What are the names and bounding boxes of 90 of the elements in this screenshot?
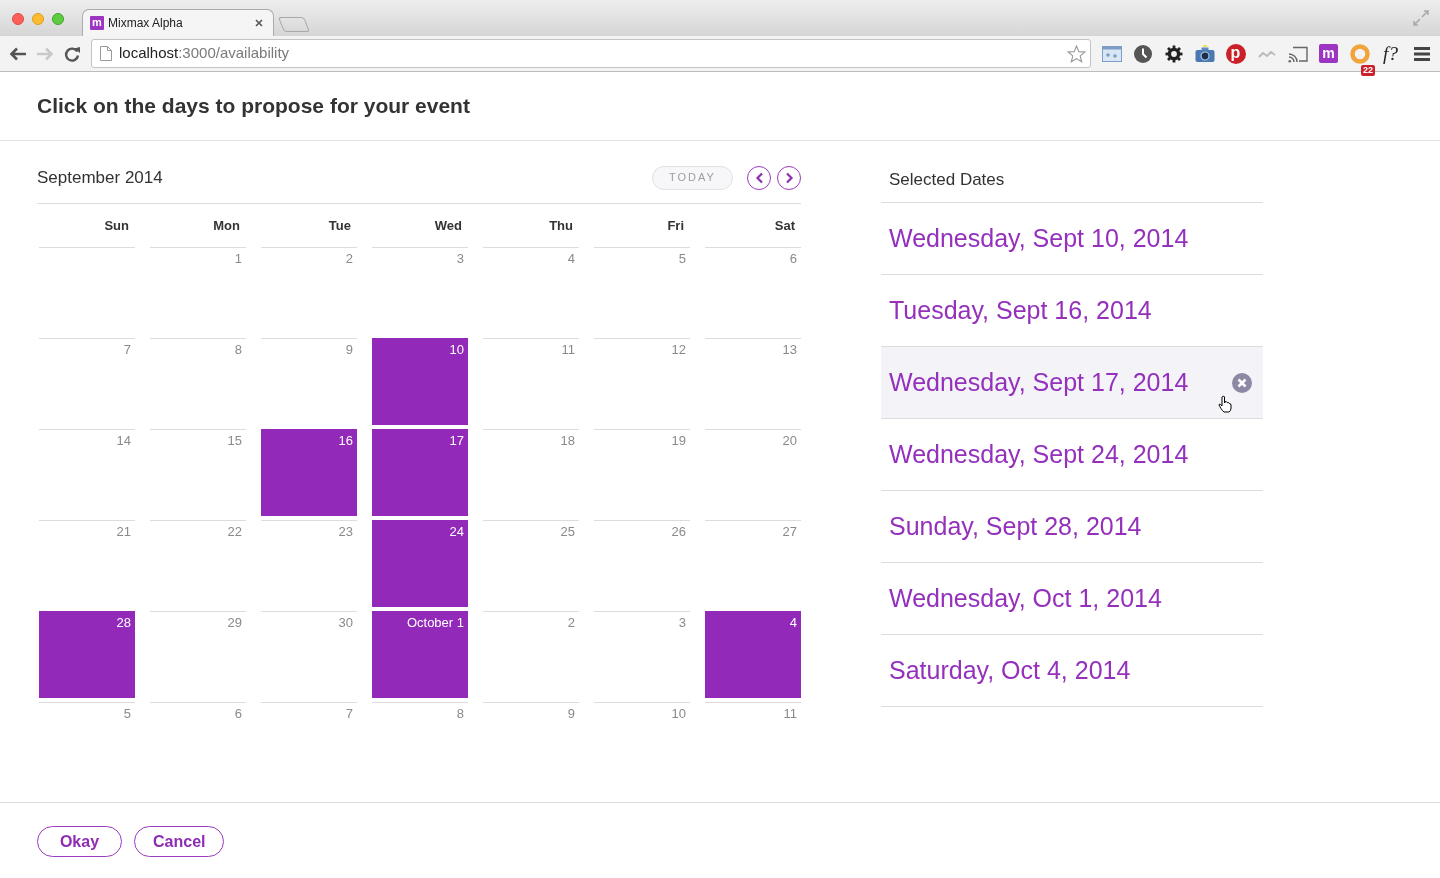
letter-tile-icon[interactable]: m: [1319, 44, 1338, 63]
weekday-label: Thu: [548, 217, 574, 235]
browser-tab[interactable]: m Mixmax Alpha: [82, 9, 274, 36]
selected-date-item[interactable]: Sunday, Sept 28, 2014: [881, 491, 1263, 563]
calendar-day[interactable]: 20: [705, 429, 801, 516]
window-icon[interactable]: [1101, 45, 1122, 62]
panel-title: Selected Dates: [889, 170, 1005, 189]
calendar-day[interactable]: 28: [39, 611, 135, 698]
calendar-day[interactable]: 29: [150, 611, 246, 698]
fullscreen-icon[interactable]: [1413, 10, 1429, 26]
calendar-day[interactable]: 14: [39, 429, 135, 516]
calendar-day[interactable]: 18: [483, 429, 579, 516]
remove-icon[interactable]: [1232, 372, 1252, 393]
calendar-day[interactable]: 19: [594, 429, 690, 516]
calendar-day[interactable]: 6: [705, 247, 801, 334]
close-window-icon[interactable]: [12, 13, 24, 25]
footer-button[interactable]: Cancel: [134, 826, 225, 857]
calendar-day[interactable]: 5: [594, 247, 690, 334]
calendar-day[interactable]: October 1: [372, 611, 468, 698]
back-icon[interactable]: [9, 46, 27, 61]
calendar-day[interactable]: 24: [372, 520, 468, 607]
calendar-day[interactable]: 11: [705, 702, 801, 726]
chevron-left-icon: [754, 171, 764, 184]
calendar-day[interactable]: 27: [705, 520, 801, 607]
calendar-day[interactable]: 22: [150, 520, 246, 607]
weekday-label: Sun: [103, 217, 130, 235]
calendar-day[interactable]: 8: [372, 702, 468, 726]
calendar-day[interactable]: 13: [705, 338, 801, 425]
url-text: localhost:3000/availability: [119, 43, 290, 64]
calendar-day[interactable]: 1: [150, 247, 246, 334]
calendar-day[interactable]: 15: [150, 429, 246, 516]
selected-date-item[interactable]: Saturday, Oct 4, 2014: [881, 635, 1263, 707]
calendar-day[interactable]: 17: [372, 429, 468, 516]
footer-button[interactable]: Okay: [37, 826, 122, 857]
calendar-day[interactable]: 8: [150, 338, 246, 425]
weekday-label: Mon: [212, 217, 241, 235]
camera-icon[interactable]: [1194, 44, 1215, 63]
calendar-day[interactable]: 11: [483, 338, 579, 425]
selected-date-item[interactable]: Wednesday, Sept 10, 2014: [881, 203, 1263, 275]
star-icon[interactable]: [1067, 44, 1086, 63]
calendar-day[interactable]: 30: [261, 611, 357, 698]
calendar-day[interactable]: 26: [594, 520, 690, 607]
weekday-label: Sat: [773, 217, 796, 235]
hand-cursor-icon: [1218, 395, 1232, 413]
new-tab-button[interactable]: [277, 17, 311, 32]
next-month-button[interactable]: [777, 165, 801, 190]
calendar-day[interactable]: 3: [372, 247, 468, 334]
cast-icon[interactable]: [1287, 44, 1308, 63]
extension-button[interactable]: f?: [1383, 43, 1398, 64]
month-title: September 2014: [37, 166, 163, 189]
calendar-day[interactable]: 16: [261, 429, 357, 516]
menu-icon[interactable]: [1413, 46, 1430, 61]
calendar-day[interactable]: 4: [483, 247, 579, 334]
reload-icon[interactable]: [63, 44, 81, 63]
calendar-day[interactable]: 23: [261, 520, 357, 607]
calendar-day[interactable]: 10: [372, 338, 468, 425]
clock-icon[interactable]: [1133, 44, 1152, 63]
selected-date-item[interactable]: Wednesday, Oct 1, 2014: [881, 563, 1263, 635]
letter-disc-icon[interactable]: p: [1225, 43, 1246, 64]
calendar-day[interactable]: 9: [261, 338, 357, 425]
calendar-day[interactable]: 4: [705, 611, 801, 698]
zoom-window-icon[interactable]: [52, 13, 64, 25]
selected-date-item[interactable]: Wednesday, Sept 24, 2014: [881, 419, 1263, 491]
page-icon: [100, 46, 112, 61]
calendar-day[interactable]: 5: [39, 702, 135, 726]
calendar-day[interactable]: 25: [483, 520, 579, 607]
selected-date-item[interactable]: Wednesday, Sept 17, 2014: [881, 347, 1263, 419]
chevron-right-icon: [784, 171, 794, 184]
calendar-day[interactable]: 3: [594, 611, 690, 698]
notification-badge: 22: [1361, 64, 1375, 76]
prev-month-button[interactable]: [747, 165, 771, 190]
calendar-day[interactable]: 7: [39, 338, 135, 425]
close-icon[interactable]: [255, 19, 263, 27]
ring-icon[interactable]: [1349, 43, 1370, 64]
calendar-day[interactable]: 12: [594, 338, 690, 425]
minimize-window-icon[interactable]: [32, 13, 44, 25]
settings-icon[interactable]: [1164, 44, 1183, 63]
calendar-day[interactable]: 9: [483, 702, 579, 726]
weekday-label: Tue: [327, 217, 352, 235]
calendar-day[interactable]: 10: [594, 702, 690, 726]
favicon-icon: m: [90, 16, 104, 30]
weekday-label: Fri: [666, 217, 685, 235]
calendar-day[interactable]: 7: [261, 702, 357, 726]
page-heading: Click on the days to propose for your event: [37, 93, 470, 119]
calendar-day[interactable]: 2: [261, 247, 357, 334]
calendar-day[interactable]: 2: [483, 611, 579, 698]
address-bar[interactable]: localhost:3000/availability: [91, 39, 1091, 68]
calendar-day[interactable]: 6: [150, 702, 246, 726]
weekday-label: Wed: [433, 217, 463, 235]
calendar-day[interactable]: 21: [39, 520, 135, 607]
